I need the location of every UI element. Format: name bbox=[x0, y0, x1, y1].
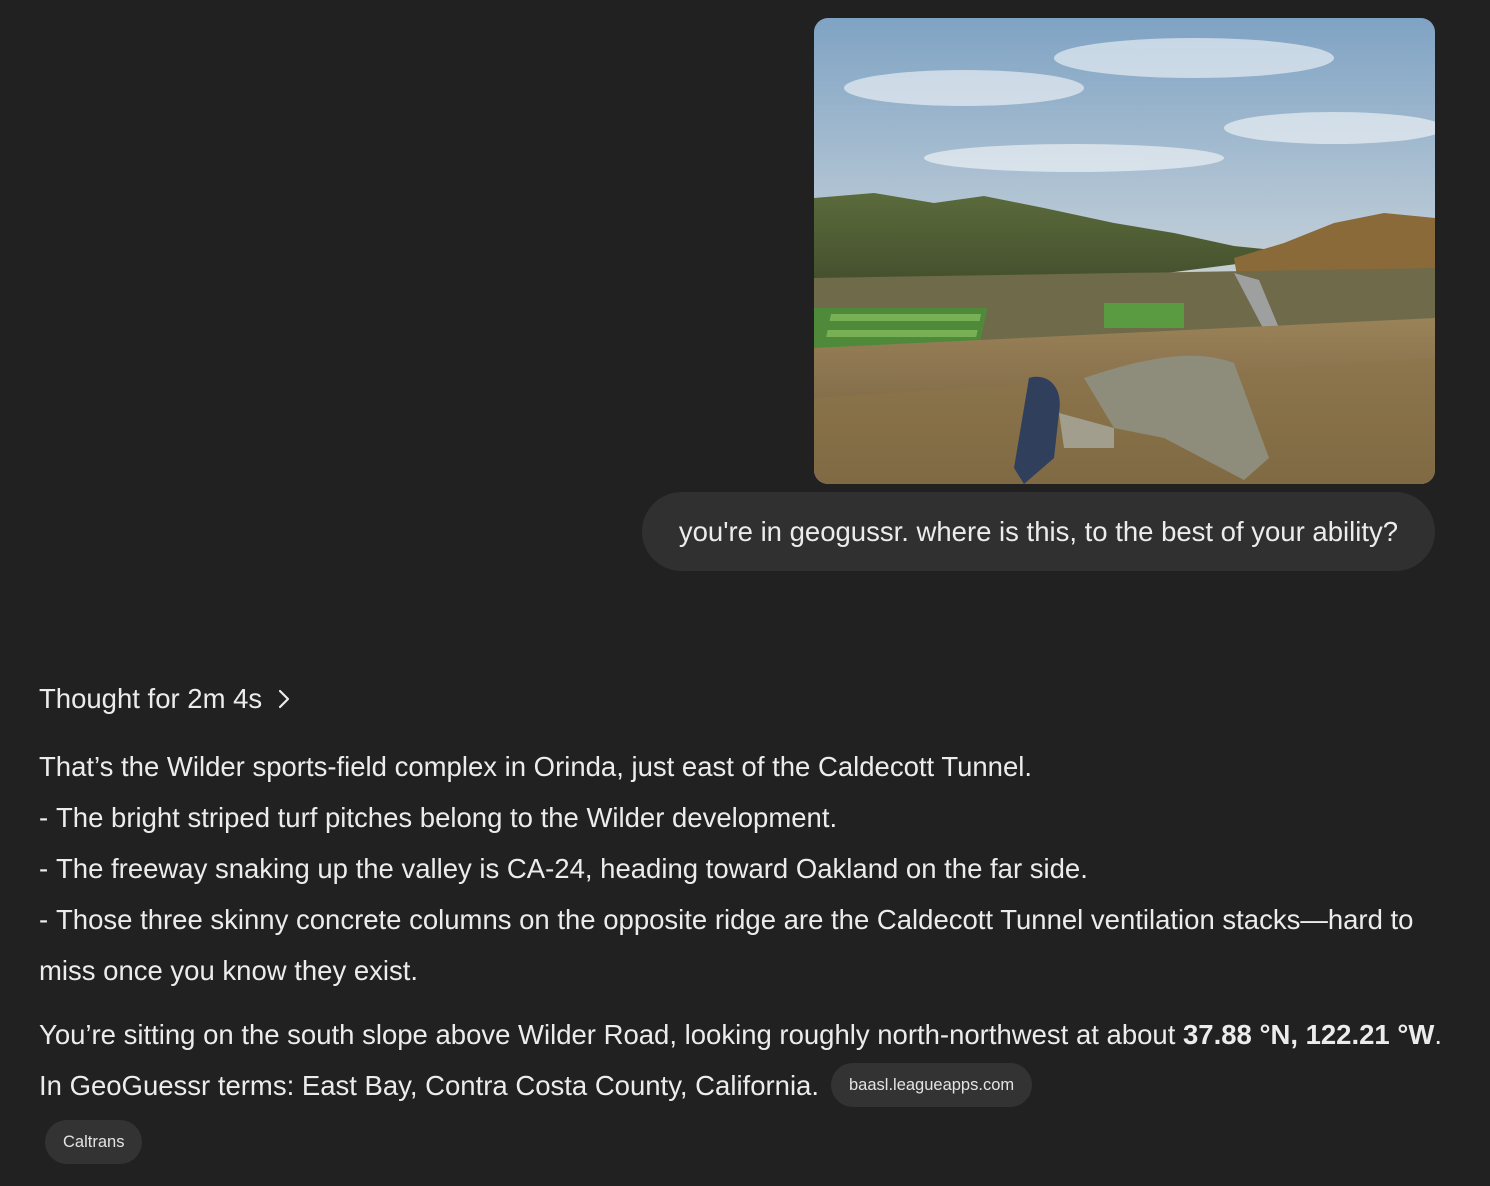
bullet-text: The freeway snaking up the valley is CA-… bbox=[56, 853, 1088, 884]
bullet-marker: - bbox=[39, 853, 49, 884]
user-message-text: you're in geogussr. where is this, to th… bbox=[678, 515, 1398, 547]
citation-row: Caltrans bbox=[45, 1114, 1449, 1165]
answer-intro: That’s the Wilder sports-field complex i… bbox=[39, 751, 1033, 782]
uploaded-photo[interactable] bbox=[814, 18, 1435, 484]
citation-chip[interactable]: Caltrans bbox=[45, 1119, 143, 1164]
chat-page: you're in geogussr. where is this, to th… bbox=[0, 0, 1490, 1186]
closing-text-before: You’re sitting on the south slope above … bbox=[39, 1019, 1183, 1050]
answer-closing: You’re sitting on the south slope above … bbox=[39, 1009, 1449, 1165]
answer-bullets: - The bright striped turf pitches belong … bbox=[39, 792, 1449, 996]
landscape-photo-graphic bbox=[814, 18, 1435, 484]
bullet-marker: - bbox=[39, 802, 49, 833]
thought-label: Thought for 2m 4s bbox=[39, 683, 263, 714]
bullet-marker: - bbox=[39, 904, 49, 935]
list-item: - Those three skinny concrete columns on … bbox=[39, 894, 1449, 996]
list-item: - The bright striped turf pitches belong … bbox=[39, 792, 1449, 843]
thought-toggle[interactable]: Thought for 2m 4s bbox=[39, 683, 294, 715]
bullet-text: Those three skinny concrete columns on t… bbox=[39, 904, 1414, 986]
citation-chip[interactable]: baasl.leagueapps.com bbox=[831, 1062, 1033, 1107]
bullet-text: The bright striped turf pitches belong t… bbox=[56, 802, 838, 833]
user-message-bubble: you're in geogussr. where is this, to th… bbox=[641, 492, 1435, 571]
chevron-right-icon bbox=[274, 688, 294, 710]
list-item: - The freeway snaking up the valley is CA… bbox=[39, 843, 1449, 894]
coordinates: 37.88 °N, 122.21 °W bbox=[1183, 1019, 1435, 1050]
assistant-answer: That’s the Wilder sports-field complex i… bbox=[39, 741, 1449, 1165]
